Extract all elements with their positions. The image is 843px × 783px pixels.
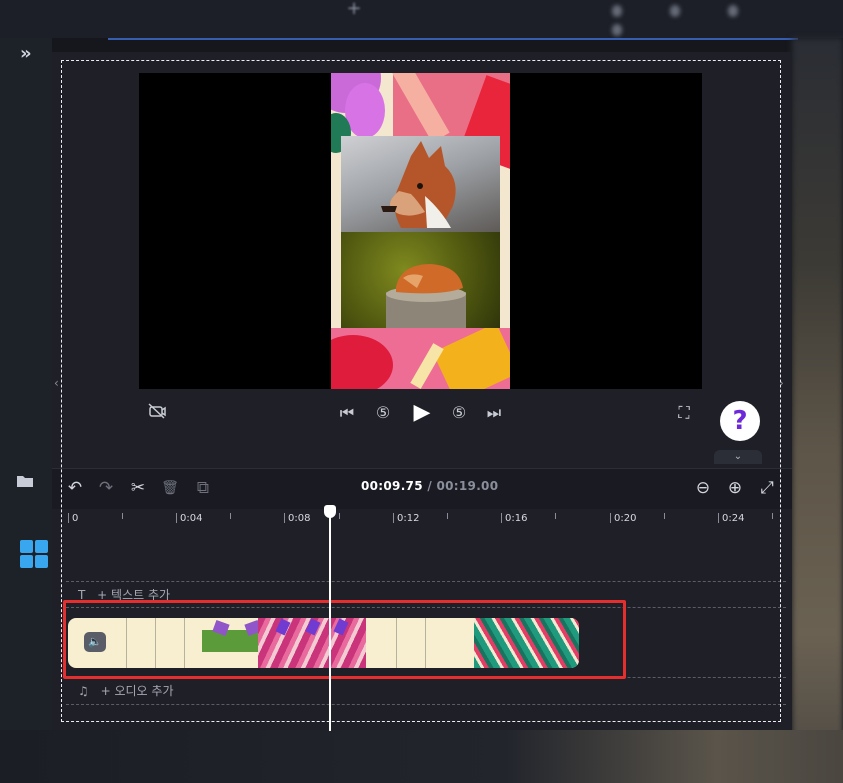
ruler-label: 0:16 (505, 513, 528, 524)
collapse-preview-button[interactable]: ⌄ (714, 450, 762, 464)
time-separator: / (422, 479, 437, 493)
ruler-label: 0:20 (614, 513, 637, 524)
background-bottom-edge (0, 730, 843, 783)
windows-logo-icon (20, 540, 48, 568)
split-button[interactable]: ✂ (128, 478, 148, 498)
panel-left-arrow-icon[interactable]: ‹ (54, 372, 64, 394)
ruler-label: 0:24 (722, 513, 745, 524)
skip-to-end-button[interactable]: ⏭ (484, 403, 504, 423)
add-icon: + (346, 0, 362, 19)
fullscreen-button[interactable]: ⛶ (674, 403, 694, 423)
video-frame (331, 73, 510, 389)
redo-button[interactable]: ↷ (97, 478, 115, 498)
ruler-tick (339, 513, 340, 519)
ruler-tick (772, 513, 773, 519)
ruler-tick (68, 513, 69, 523)
current-time: 00:09.75 (361, 479, 423, 493)
add-audio-track[interactable]: ♫ + 오디오 추가 (78, 682, 173, 698)
ruler-label: 0:08 (288, 513, 311, 524)
text-track-border (66, 581, 786, 582)
zoom-in-button[interactable]: ⊕ (725, 478, 745, 498)
ruler-tick (393, 513, 394, 523)
folder-icon[interactable] (16, 474, 36, 490)
ruler-tick (284, 513, 285, 523)
undo-button[interactable]: ↶ (66, 478, 84, 498)
total-time: 00:19.00 (436, 479, 499, 493)
zoom-out-button[interactable]: ⊖ (693, 478, 713, 498)
timecode: 00:09.75 / 00:19.00 (361, 479, 498, 495)
ruler-tick (176, 513, 177, 523)
ruler-label: 0:12 (397, 513, 420, 524)
expand-sidebar-icon[interactable]: » (20, 44, 44, 64)
background-right-edge (792, 38, 843, 783)
ruler-tick (501, 513, 502, 523)
rewind-5s-button[interactable]: ⑤ (372, 403, 394, 423)
ruler-tick (718, 513, 719, 523)
forward-5s-button[interactable]: ⑤ (448, 403, 470, 423)
fox-portrait-image (341, 136, 500, 232)
play-button[interactable]: ▶ (410, 400, 434, 425)
panel-right-arrow-icon[interactable]: › (779, 372, 789, 394)
fit-timeline-button[interactable]: ⤢ (757, 478, 777, 498)
highlight-box (63, 600, 626, 679)
duplicate-button[interactable]: ⧉ (193, 478, 213, 498)
timeline-ruler[interactable] (61, 508, 781, 530)
ruler-tick (664, 513, 665, 519)
ruler-tick (610, 513, 611, 523)
help-button[interactable]: ? (720, 401, 760, 441)
music-note-icon: ♫ (78, 684, 89, 698)
ruler-tick (122, 513, 123, 519)
skip-to-start-button[interactable]: ⏮ (337, 403, 357, 423)
hide-preview-icon[interactable] (146, 403, 168, 423)
ruler-tick (230, 513, 231, 519)
add-audio-label: + 오디오 추가 (100, 684, 174, 698)
ruler-label: 0 (72, 513, 79, 524)
ruler-tick (447, 513, 448, 519)
playhead-handle[interactable] (324, 505, 336, 518)
background-sidebar (0, 38, 52, 783)
playhead[interactable] (329, 505, 331, 731)
ruler-label: 0:04 (180, 513, 203, 524)
background-toolbar-icons (612, 2, 812, 36)
delete-button[interactable]: 🗑 (160, 478, 180, 498)
ruler-tick (555, 513, 556, 519)
background-tab-indicator (108, 38, 798, 40)
video-preview (139, 73, 702, 389)
sleeping-fox-image (341, 232, 500, 328)
audio-track-border (66, 704, 786, 705)
